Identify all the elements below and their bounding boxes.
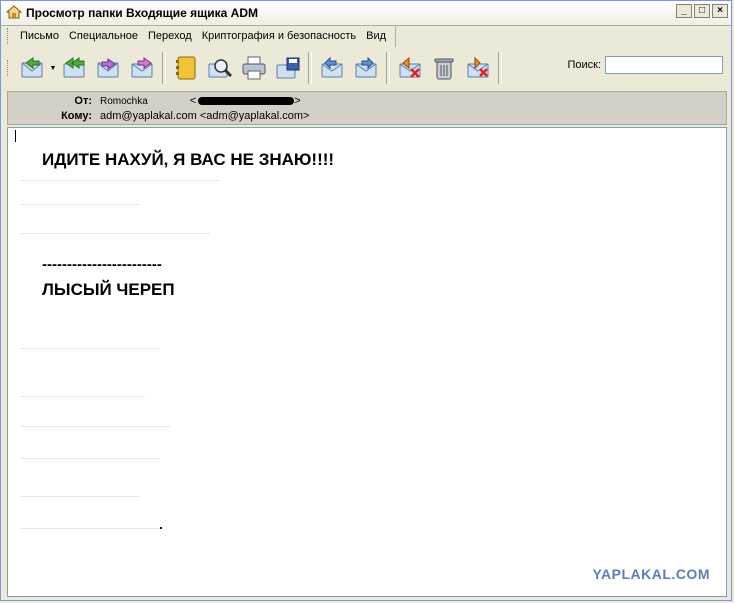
search-input[interactable] bbox=[605, 56, 723, 74]
toolbar-separator bbox=[162, 52, 166, 84]
redacted-address bbox=[198, 97, 295, 105]
menubar-grip[interactable] bbox=[7, 28, 11, 44]
signature-separator: ------------------------ bbox=[42, 256, 162, 273]
toolbar-grip[interactable] bbox=[7, 60, 11, 76]
faint-artifact bbox=[20, 396, 145, 397]
text-cursor bbox=[15, 130, 16, 142]
folder-house-icon bbox=[6, 5, 22, 19]
toolbar-separator bbox=[308, 52, 312, 84]
faint-artifact bbox=[20, 458, 160, 459]
redirect-button[interactable] bbox=[125, 51, 159, 85]
menu-bar: Письмо Специальное Переход Криптография … bbox=[7, 25, 397, 47]
find-button[interactable] bbox=[203, 51, 237, 85]
from-bracket-open: < bbox=[189, 95, 197, 107]
from-name[interactable]: Romochka bbox=[100, 96, 148, 107]
previous-message-button[interactable] bbox=[315, 51, 349, 85]
junk-icon bbox=[467, 56, 489, 78]
menu-item-view[interactable]: Вид bbox=[361, 27, 391, 45]
faint-artifact bbox=[20, 204, 140, 205]
forward-icon bbox=[97, 58, 119, 78]
forward-button[interactable] bbox=[91, 51, 125, 85]
stray-dot bbox=[160, 527, 162, 529]
faint-artifact bbox=[20, 528, 160, 529]
search-label: Поиск: bbox=[567, 59, 601, 71]
title-bar[interactable]: Просмотр папки Входящие ящика ADM _ □ × bbox=[1, 1, 731, 26]
toolbar-separator bbox=[498, 52, 502, 84]
toolbar-separator bbox=[386, 52, 390, 84]
save-icon bbox=[276, 57, 300, 79]
message-body[interactable]: ИДИТЕ НАХУЙ, Я ВАС НЕ ЗНАЮ!!!! ---------… bbox=[7, 127, 727, 597]
print-button[interactable] bbox=[237, 51, 271, 85]
signature: ЛЫСЫЙ ЧЕРЕП bbox=[42, 280, 175, 299]
redirect-icon bbox=[131, 57, 153, 78]
junk-button[interactable] bbox=[461, 51, 495, 85]
print-icon bbox=[242, 56, 266, 80]
trash-button[interactable] bbox=[427, 51, 461, 85]
menu-item-go[interactable]: Переход bbox=[143, 27, 197, 45]
find-icon bbox=[208, 59, 233, 78]
reply-all-button[interactable] bbox=[57, 51, 91, 85]
menu-item-crypto[interactable]: Криптография и безопасность bbox=[197, 27, 361, 45]
from-bracket-close: > bbox=[294, 95, 301, 107]
delete-button[interactable] bbox=[393, 51, 427, 85]
faint-artifact bbox=[20, 496, 140, 497]
address-book-icon bbox=[176, 56, 196, 80]
reply-icon bbox=[21, 57, 43, 78]
search-area: Поиск: bbox=[567, 56, 723, 74]
message-headers: От: Romochka < > Кому: adm@yaplakal.com … bbox=[7, 91, 727, 125]
previous-message-icon bbox=[321, 56, 343, 78]
from-label: От: bbox=[74, 95, 92, 107]
faint-artifact bbox=[20, 180, 220, 181]
close-button[interactable]: × bbox=[712, 4, 728, 18]
save-button[interactable] bbox=[271, 51, 305, 85]
faint-artifact bbox=[20, 426, 170, 427]
faint-artifact bbox=[20, 348, 160, 349]
toolbar: ▼ Поиск: bbox=[7, 48, 727, 88]
delete-icon bbox=[399, 56, 421, 78]
faint-artifact bbox=[20, 233, 210, 234]
reply-all-icon bbox=[63, 57, 85, 78]
reply-dropdown-icon[interactable]: ▼ bbox=[49, 51, 57, 85]
trash-icon bbox=[434, 58, 454, 80]
next-message-button[interactable] bbox=[349, 51, 383, 85]
window-title: Просмотр папки Входящие ящика ADM bbox=[26, 6, 259, 20]
reply-button[interactable] bbox=[15, 51, 49, 85]
maximize-button[interactable]: □ bbox=[694, 4, 710, 18]
message-window: Просмотр папки Входящие ящика ADM _ □ × … bbox=[0, 0, 732, 601]
to-value[interactable]: adm@yaplakal.com <adm@yaplakal.com> bbox=[100, 110, 309, 122]
menu-item-special[interactable]: Специальное bbox=[64, 27, 143, 45]
to-label: Кому: bbox=[61, 110, 92, 122]
menu-item-letter[interactable]: Письмо bbox=[15, 27, 64, 45]
minimize-button[interactable]: _ bbox=[676, 4, 692, 18]
message-line: ИДИТЕ НАХУЙ, Я ВАС НЕ ЗНАЮ!!!! bbox=[42, 150, 335, 169]
address-book-button[interactable] bbox=[169, 51, 203, 85]
next-message-icon bbox=[355, 56, 377, 78]
watermark-logo: YAPLAKAL.COM bbox=[592, 566, 710, 582]
